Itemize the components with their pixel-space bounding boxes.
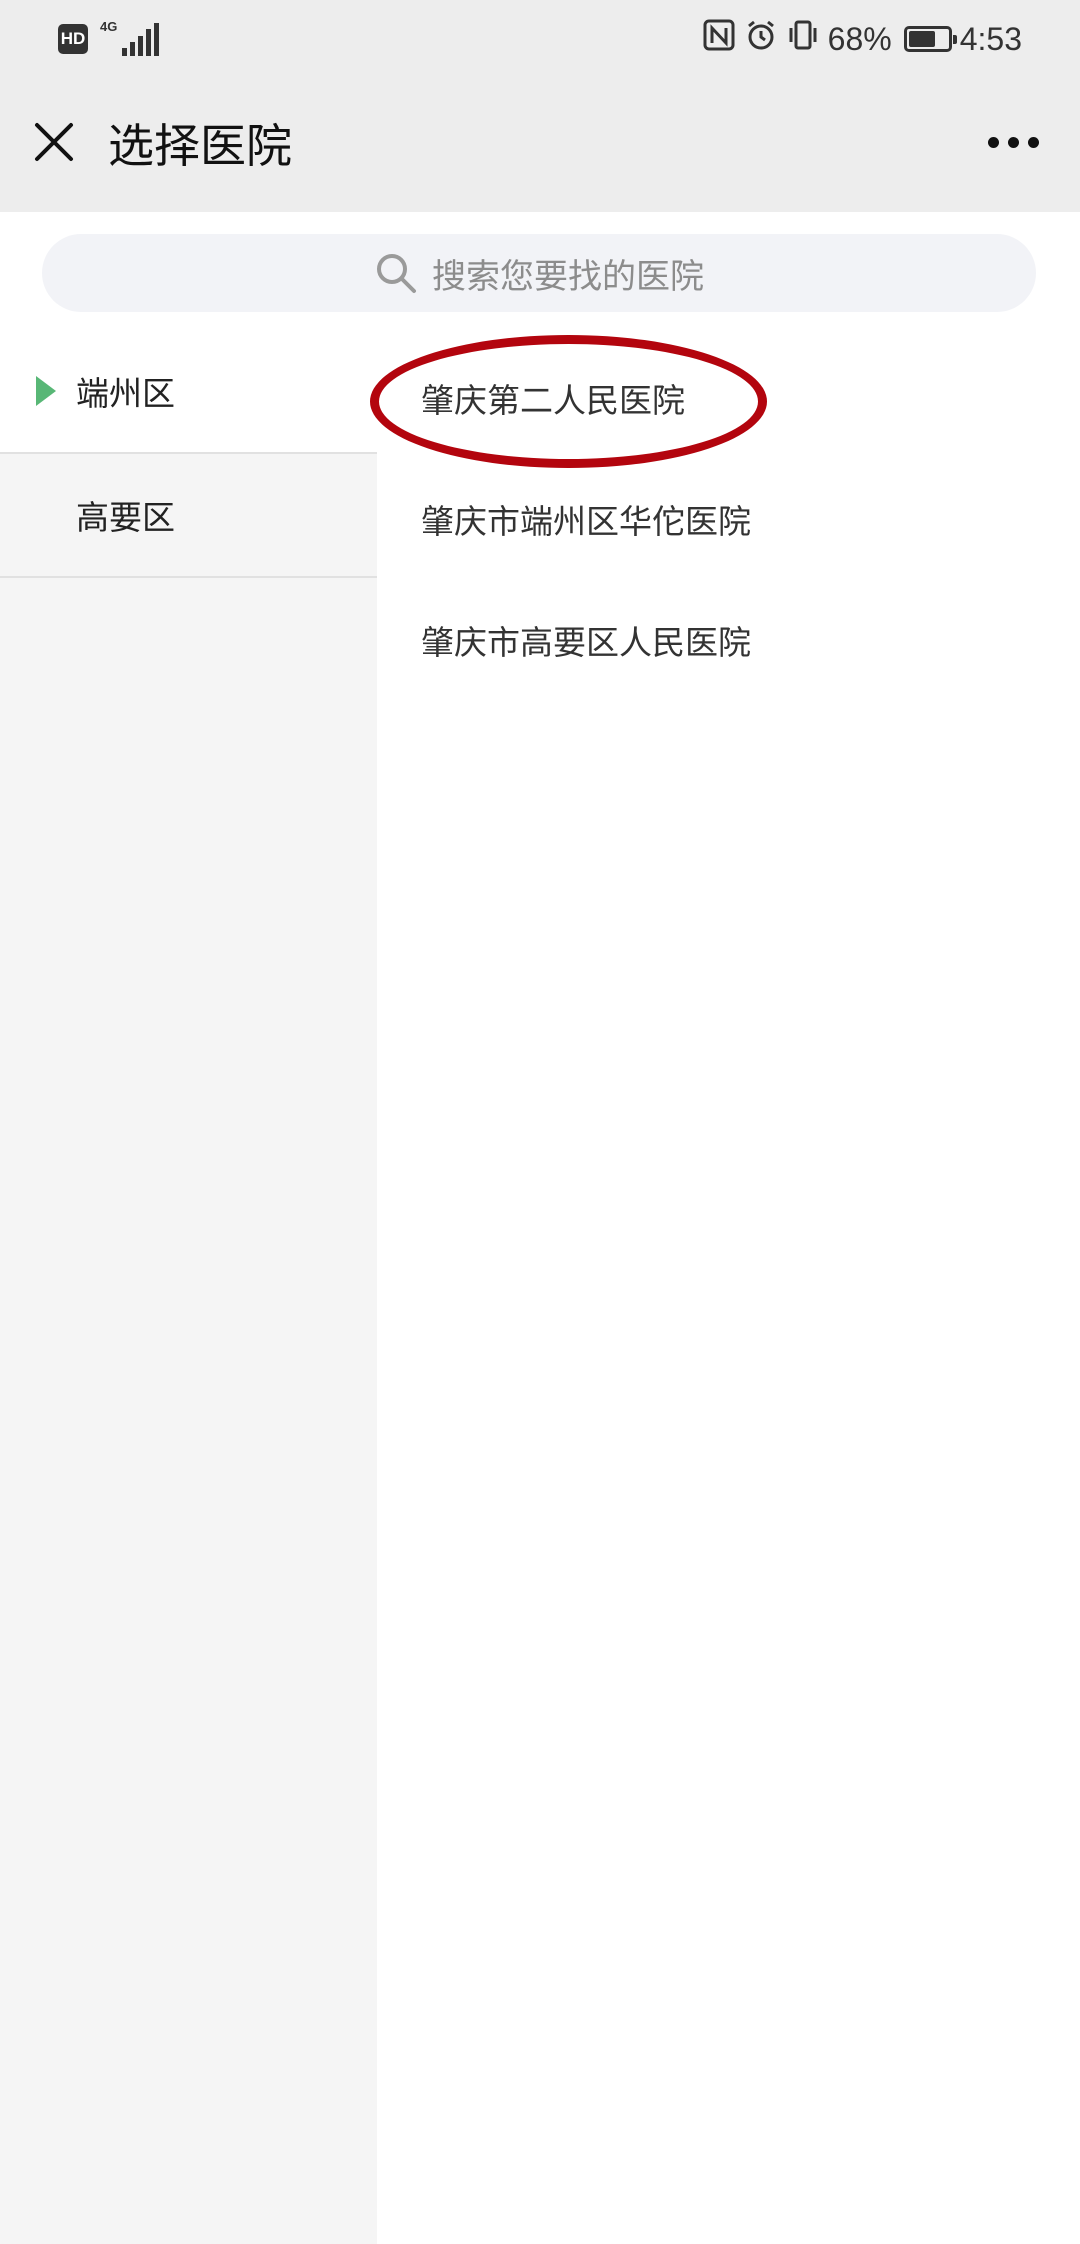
search-area: 搜索您要找的医院 — [0, 212, 1080, 330]
district-item-duanzhou[interactable]: 端州区 — [0, 330, 377, 454]
battery-icon — [903, 26, 957, 52]
search-icon — [377, 254, 416, 293]
status-bar: HD 4G 68% 4:53 — [0, 0, 1080, 82]
more-icon-dot — [987, 136, 999, 148]
district-item-gaoyao[interactable]: 高要区 — [0, 454, 377, 578]
search-placeholder: 搜索您要找的医院 — [432, 256, 704, 297]
hospital-label: 肇庆市高要区人民医院 — [421, 623, 751, 662]
status-right: 68% 4:53 — [702, 18, 1022, 60]
hd-badge: HD — [58, 24, 88, 54]
hospital-item[interactable]: 肇庆市高要区人民医院 — [421, 610, 751, 670]
selected-arrow-icon — [36, 376, 56, 406]
more-button[interactable] — [978, 112, 1048, 172]
hospital-item[interactable]: 肇庆市端州区华佗医院 — [421, 489, 751, 549]
more-icon-dot — [1027, 136, 1039, 148]
hospital-label: 肇庆市端州区华佗医院 — [421, 502, 751, 541]
district-sidebar: 端州区 高要区 — [0, 330, 377, 2244]
close-icon — [35, 123, 73, 161]
district-label: 端州区 — [76, 374, 175, 413]
hospital-list: 肇庆第二人民医院 肇庆市端州区华佗医院 肇庆市高要区人民医院 — [377, 330, 1080, 2244]
status-left: HD 4G — [58, 19, 159, 56]
hospital-item[interactable]: 肇庆第二人民医院 — [421, 368, 685, 428]
alarm-icon — [744, 18, 778, 60]
search-input[interactable]: 搜索您要找的医院 — [42, 234, 1036, 312]
close-button[interactable] — [24, 112, 84, 172]
signal-bars — [122, 23, 159, 56]
more-icon-dot — [1007, 136, 1019, 148]
network-type: 4G — [100, 19, 118, 34]
signal-icon: 4G — [100, 19, 159, 56]
nfc-icon — [702, 18, 736, 60]
nav-bar: 选择医院 — [0, 82, 1080, 212]
vibrate-icon — [786, 18, 820, 60]
district-label: 高要区 — [76, 498, 175, 537]
hospital-label: 肇庆第二人民医院 — [421, 381, 685, 420]
page-title: 选择医院 — [108, 119, 292, 173]
clock: 4:53 — [959, 20, 1022, 57]
battery-percent: 68% — [827, 20, 892, 57]
battery-fill — [908, 31, 935, 47]
